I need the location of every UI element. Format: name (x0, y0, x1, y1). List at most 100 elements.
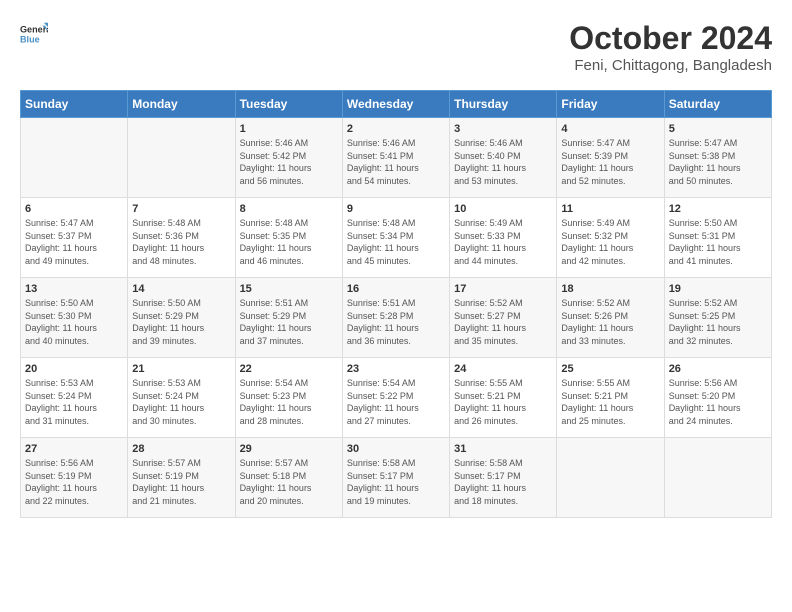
day-info: Sunrise: 5:58 AM Sunset: 5:17 PM Dayligh… (347, 457, 445, 507)
day-number: 6 (25, 203, 123, 215)
day-number: 11 (561, 203, 659, 215)
day-info: Sunrise: 5:51 AM Sunset: 5:29 PM Dayligh… (240, 297, 338, 347)
weekday-header-wednesday: Wednesday (342, 91, 449, 118)
day-number: 28 (132, 443, 230, 455)
calendar-cell: 2 Sunrise: 5:46 AM Sunset: 5:41 PM Daylig… (342, 118, 449, 198)
day-info: Sunrise: 5:52 AM Sunset: 5:27 PM Dayligh… (454, 297, 552, 347)
day-info: Sunrise: 5:58 AM Sunset: 5:17 PM Dayligh… (454, 457, 552, 507)
week-row-1: 1 Sunrise: 5:46 AM Sunset: 5:42 PM Daylig… (21, 118, 772, 198)
calendar-cell: 5Sunrise: 5:47 AM Sunset: 5:38 PM Daylig… (664, 118, 771, 198)
calendar-cell: 7 Sunrise: 5:48 AM Sunset: 5:36 PM Daylig… (128, 198, 235, 278)
day-number: 12 (669, 203, 767, 215)
logo: General Blue (20, 20, 48, 48)
day-info: Sunrise: 5:55 AM Sunset: 5:21 PM Dayligh… (454, 377, 552, 427)
day-info: Sunrise: 5:53 AM Sunset: 5:24 PM Dayligh… (132, 377, 230, 427)
day-info: Sunrise: 5:56 AM Sunset: 5:19 PM Dayligh… (25, 457, 123, 507)
day-info: Sunrise: 5:55 AM Sunset: 5:21 PM Dayligh… (561, 377, 659, 427)
day-info: Sunrise: 5:52 AM Sunset: 5:25 PM Dayligh… (669, 297, 767, 347)
calendar-cell: 21 Sunrise: 5:53 AM Sunset: 5:24 PM Dayli… (128, 358, 235, 438)
location-subtitle: Feni, Chittagong, Bangladesh (569, 57, 772, 74)
calendar-cell: 22Sunrise: 5:54 AM Sunset: 5:23 PM Dayli… (235, 358, 342, 438)
calendar-cell: 29 Sunrise: 5:57 AM Sunset: 5:18 PM Dayli… (235, 438, 342, 518)
day-number: 30 (347, 443, 445, 455)
weekday-header-saturday: Saturday (664, 91, 771, 118)
day-number: 16 (347, 283, 445, 295)
day-number: 21 (132, 363, 230, 375)
calendar-cell: 11 Sunrise: 5:49 AM Sunset: 5:32 PM Dayli… (557, 198, 664, 278)
day-number: 15 (240, 283, 338, 295)
day-number: 29 (240, 443, 338, 455)
day-number: 1 (240, 123, 338, 135)
day-number: 17 (454, 283, 552, 295)
calendar-cell: 23Sunrise: 5:54 AM Sunset: 5:22 PM Dayli… (342, 358, 449, 438)
day-number: 31 (454, 443, 552, 455)
day-info: Sunrise: 5:50 AM Sunset: 5:30 PM Dayligh… (25, 297, 123, 347)
week-row-3: 13Sunrise: 5:50 AM Sunset: 5:30 PM Dayli… (21, 278, 772, 358)
svg-text:Blue: Blue (20, 34, 40, 44)
day-number: 3 (454, 123, 552, 135)
header: General Blue October 2024 Feni, Chittago… (20, 20, 772, 74)
calendar-cell: 26 Sunrise: 5:56 AM Sunset: 5:20 PM Dayli… (664, 358, 771, 438)
day-info: Sunrise: 5:47 AM Sunset: 5:37 PM Dayligh… (25, 217, 123, 267)
weekday-header-sunday: Sunday (21, 91, 128, 118)
day-info: Sunrise: 5:49 AM Sunset: 5:33 PM Dayligh… (454, 217, 552, 267)
month-title: October 2024 (569, 20, 772, 57)
calendar-cell: 6 Sunrise: 5:47 AM Sunset: 5:37 PM Daylig… (21, 198, 128, 278)
calendar-cell: 31 Sunrise: 5:58 AM Sunset: 5:17 PM Dayli… (450, 438, 557, 518)
calendar-cell: 17 Sunrise: 5:52 AM Sunset: 5:27 PM Dayli… (450, 278, 557, 358)
day-number: 4 (561, 123, 659, 135)
day-info: Sunrise: 5:50 AM Sunset: 5:29 PM Dayligh… (132, 297, 230, 347)
calendar-cell (664, 438, 771, 518)
weekday-header-thursday: Thursday (450, 91, 557, 118)
week-row-2: 6 Sunrise: 5:47 AM Sunset: 5:37 PM Daylig… (21, 198, 772, 278)
day-info: Sunrise: 5:48 AM Sunset: 5:35 PM Dayligh… (240, 217, 338, 267)
day-info: Sunrise: 5:49 AM Sunset: 5:32 PM Dayligh… (561, 217, 659, 267)
week-row-5: 27 Sunrise: 5:56 AM Sunset: 5:19 PM Dayli… (21, 438, 772, 518)
calendar-cell (557, 438, 664, 518)
day-number: 18 (561, 283, 659, 295)
day-number: 20 (25, 363, 123, 375)
day-info: Sunrise: 5:53 AM Sunset: 5:24 PM Dayligh… (25, 377, 123, 427)
day-number: 14 (132, 283, 230, 295)
calendar-cell (21, 118, 128, 198)
day-info: Sunrise: 5:51 AM Sunset: 5:28 PM Dayligh… (347, 297, 445, 347)
weekday-header-tuesday: Tuesday (235, 91, 342, 118)
day-info: Sunrise: 5:46 AM Sunset: 5:41 PM Dayligh… (347, 137, 445, 187)
day-info: Sunrise: 5:57 AM Sunset: 5:18 PM Dayligh… (240, 457, 338, 507)
day-number: 7 (132, 203, 230, 215)
day-number: 27 (25, 443, 123, 455)
day-info: Sunrise: 5:56 AM Sunset: 5:20 PM Dayligh… (669, 377, 767, 427)
title-area: October 2024 Feni, Chittagong, Banglades… (569, 20, 772, 74)
day-info: Sunrise: 5:57 AM Sunset: 5:19 PM Dayligh… (132, 457, 230, 507)
logo-icon: General Blue (20, 20, 48, 48)
calendar-cell: 15 Sunrise: 5:51 AM Sunset: 5:29 PM Dayli… (235, 278, 342, 358)
calendar-cell: 14 Sunrise: 5:50 AM Sunset: 5:29 PM Dayli… (128, 278, 235, 358)
calendar-cell: 25 Sunrise: 5:55 AM Sunset: 5:21 PM Dayli… (557, 358, 664, 438)
calendar-cell: 18 Sunrise: 5:52 AM Sunset: 5:26 PM Dayli… (557, 278, 664, 358)
calendar-cell: 4Sunrise: 5:47 AM Sunset: 5:39 PM Daylig… (557, 118, 664, 198)
day-number: 24 (454, 363, 552, 375)
day-number: 2 (347, 123, 445, 135)
calendar-cell: 30 Sunrise: 5:58 AM Sunset: 5:17 PM Dayli… (342, 438, 449, 518)
weekday-header-monday: Monday (128, 91, 235, 118)
calendar-cell: 13Sunrise: 5:50 AM Sunset: 5:30 PM Dayli… (21, 278, 128, 358)
calendar-cell: 28 Sunrise: 5:57 AM Sunset: 5:19 PM Dayli… (128, 438, 235, 518)
calendar-cell: 8Sunrise: 5:48 AM Sunset: 5:35 PM Daylig… (235, 198, 342, 278)
calendar-cell: 10Sunrise: 5:49 AM Sunset: 5:33 PM Dayli… (450, 198, 557, 278)
calendar-cell: 12Sunrise: 5:50 AM Sunset: 5:31 PM Dayli… (664, 198, 771, 278)
day-info: Sunrise: 5:52 AM Sunset: 5:26 PM Dayligh… (561, 297, 659, 347)
day-info: Sunrise: 5:46 AM Sunset: 5:42 PM Dayligh… (240, 137, 338, 187)
day-number: 19 (669, 283, 767, 295)
day-info: Sunrise: 5:48 AM Sunset: 5:36 PM Dayligh… (132, 217, 230, 267)
day-info: Sunrise: 5:54 AM Sunset: 5:22 PM Dayligh… (347, 377, 445, 427)
day-number: 26 (669, 363, 767, 375)
calendar-table: SundayMondayTuesdayWednesdayThursdayFrid… (20, 90, 772, 518)
calendar-cell: 9Sunrise: 5:48 AM Sunset: 5:34 PM Daylig… (342, 198, 449, 278)
day-info: Sunrise: 5:46 AM Sunset: 5:40 PM Dayligh… (454, 137, 552, 187)
day-number: 22 (240, 363, 338, 375)
calendar-cell: 19 Sunrise: 5:52 AM Sunset: 5:25 PM Dayli… (664, 278, 771, 358)
day-info: Sunrise: 5:47 AM Sunset: 5:38 PM Dayligh… (669, 137, 767, 187)
day-number: 25 (561, 363, 659, 375)
calendar-cell: 16 Sunrise: 5:51 AM Sunset: 5:28 PM Dayli… (342, 278, 449, 358)
calendar-cell: 20 Sunrise: 5:53 AM Sunset: 5:24 PM Dayli… (21, 358, 128, 438)
